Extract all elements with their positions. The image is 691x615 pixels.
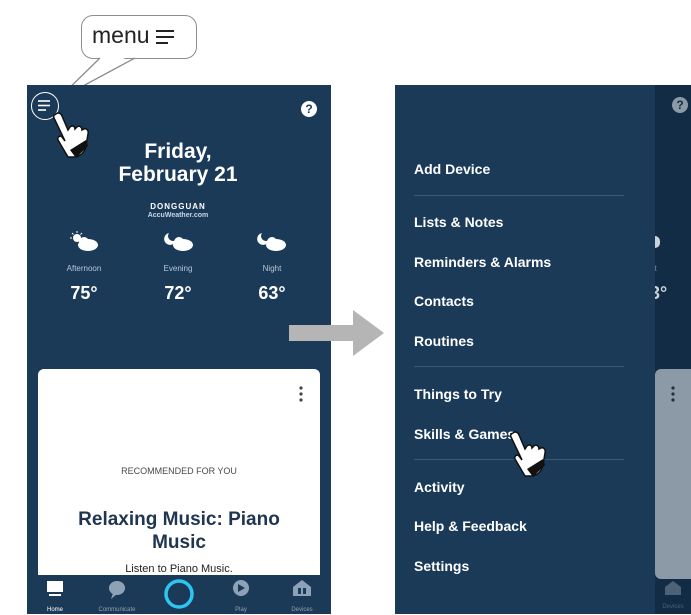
- forecast-temp: 75°: [70, 283, 98, 303]
- card-subtitle: Listen to Piano Music.: [125, 563, 233, 575]
- cloudy-moon-icon: [164, 233, 193, 251]
- devices-icon: [665, 581, 681, 595]
- nav-label: Devices: [662, 604, 684, 610]
- home-icon: [47, 581, 63, 596]
- divider: [414, 195, 624, 196]
- date-month: February 21: [118, 163, 238, 186]
- recommendation-card[interactable]: [38, 369, 320, 589]
- help-button-dimmed: ?: [672, 97, 688, 113]
- nav-label: Communicate: [98, 607, 136, 613]
- pointing-hand-icon: [509, 431, 546, 477]
- devices-icon: [293, 580, 311, 596]
- date-day: Friday,: [144, 140, 212, 163]
- cloudy-moon-icon: [257, 233, 286, 251]
- drawer-item-routines[interactable]: Routines: [414, 332, 474, 350]
- pointing-hand-icon: [52, 112, 89, 158]
- nav-play[interactable]: Play: [225, 578, 257, 614]
- card-title-line1: Relaxing Music: Piano: [78, 509, 280, 530]
- more-options-icon-dimmed: [668, 384, 678, 409]
- play-icon: [233, 580, 249, 596]
- drawer-item-lists-notes[interactable]: Lists & Notes: [414, 213, 503, 231]
- nav-home[interactable]: Home: [42, 578, 68, 614]
- forecast-period: Afternoon: [66, 264, 102, 273]
- weather-location: DONGGUAN: [150, 202, 206, 211]
- menu-icon: [156, 30, 174, 44]
- alexa-icon: [164, 579, 194, 609]
- nav-label: Home: [46, 607, 63, 613]
- drawer-item-settings[interactable]: Settings: [414, 557, 469, 575]
- recommended-heading: RECOMMENDED FOR YOU: [121, 466, 237, 476]
- transition-arrow-icon: [289, 310, 384, 356]
- callout-label: menu: [92, 22, 150, 48]
- drawer-item-skills-games[interactable]: Skills & Games: [414, 425, 515, 443]
- nav-label: Devices: [291, 607, 313, 613]
- alexa-button[interactable]: [163, 578, 195, 610]
- drawer-item-help-feedback[interactable]: Help & Feedback: [414, 517, 527, 535]
- forecast-temp: 63°: [258, 283, 286, 303]
- divider: [414, 366, 624, 367]
- forecast-period: Night: [262, 264, 282, 273]
- drawer-item-things-to-try[interactable]: Things to Try: [414, 385, 502, 403]
- nav-devices[interactable]: Devices: [286, 578, 318, 614]
- weather-source[interactable]: AccuWeather.com: [120, 212, 236, 219]
- drawer-item-reminders-alarms[interactable]: Reminders & Alarms: [414, 253, 551, 271]
- forecast-period: Evening: [163, 264, 193, 273]
- forecast-temp: 72°: [164, 283, 192, 303]
- nav-label: Play: [235, 607, 247, 613]
- help-button[interactable]: ?: [301, 101, 317, 117]
- more-options-icon[interactable]: [296, 384, 306, 404]
- nav-devices-dimmed: Devices: [655, 579, 691, 614]
- drawer-item-activity[interactable]: Activity: [414, 478, 465, 496]
- card-title-line2: Music: [152, 532, 206, 553]
- drawer-item-contacts[interactable]: Contacts: [414, 292, 474, 310]
- partly-sunny-icon: [70, 231, 98, 251]
- chat-icon: [109, 581, 125, 599]
- drawer-item-add-device[interactable]: Add Device: [414, 160, 490, 178]
- nav-communicate[interactable]: Communicate: [93, 578, 141, 614]
